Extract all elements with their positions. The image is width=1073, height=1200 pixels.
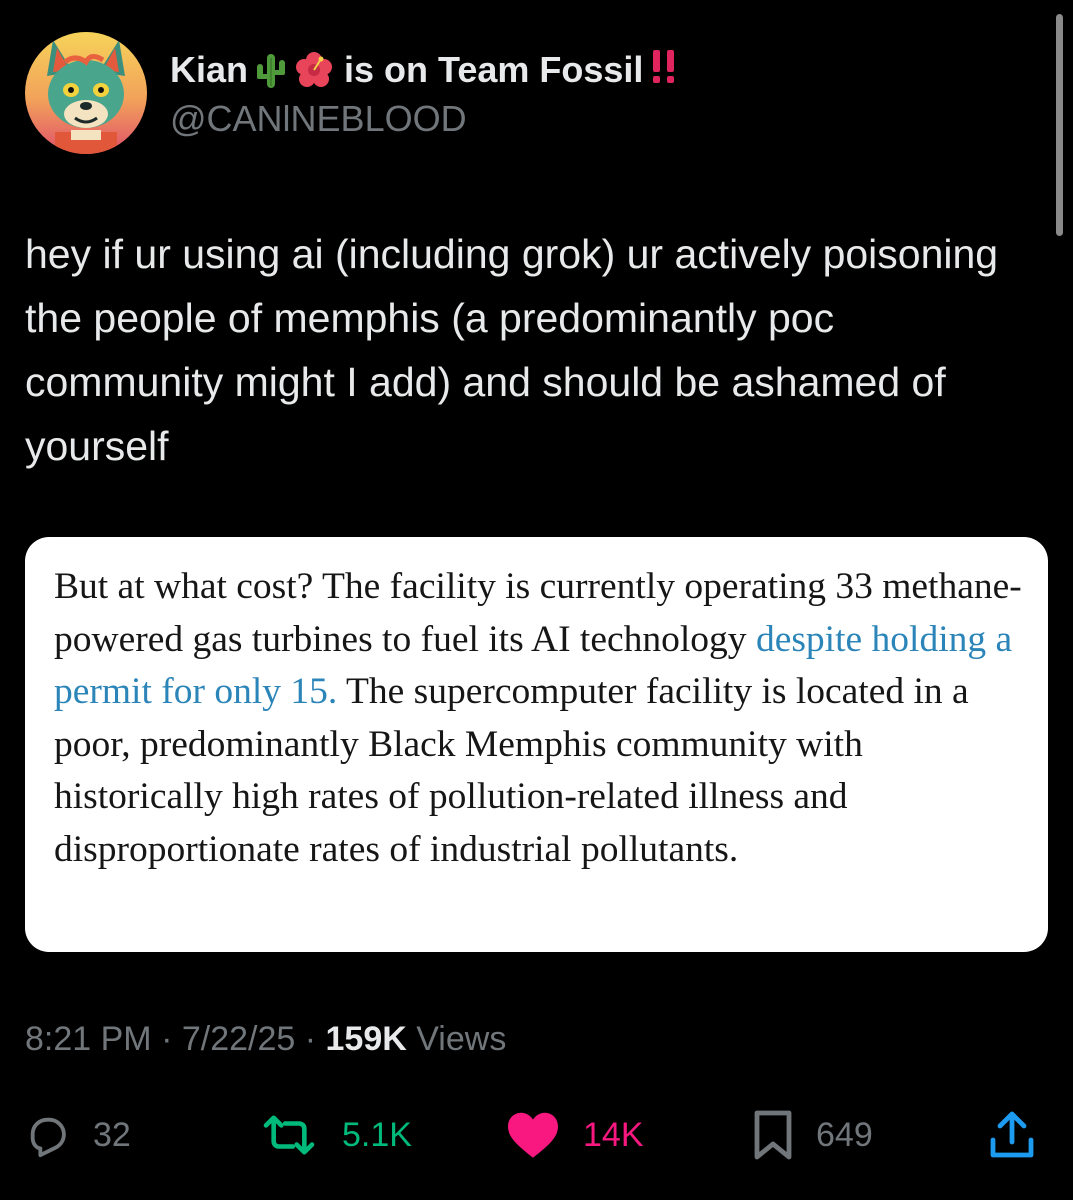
meta-separator: · bbox=[151, 1020, 182, 1058]
author-name-row[interactable]: Kian is on Team Fossil bbox=[170, 48, 679, 92]
reply-button[interactable]: 32 bbox=[25, 1105, 131, 1165]
quote-text: But at what cost? The facility is curren… bbox=[54, 561, 1039, 876]
scrollbar[interactable] bbox=[1056, 14, 1063, 236]
quote-image-card[interactable]: But at what cost? The facility is curren… bbox=[25, 537, 1048, 952]
views-label: Views bbox=[406, 1020, 507, 1058]
double-exclamation-icon bbox=[649, 46, 679, 95]
reply-icon bbox=[25, 1112, 71, 1158]
bookmark-icon bbox=[752, 1109, 794, 1161]
tweet-text: hey if ur using ai (including grok) ur a… bbox=[25, 231, 999, 469]
tweet-meta: 8:21 PM · 7/22/25 · 159K Views bbox=[25, 1020, 506, 1059]
heart-icon bbox=[505, 1110, 561, 1160]
bookmark-count: 649 bbox=[816, 1115, 873, 1154]
hibiscus-icon bbox=[294, 50, 334, 90]
action-bar: 32 5.1K 14K 649 bbox=[0, 1105, 1073, 1165]
tweet-date[interactable]: 7/22/25 bbox=[182, 1020, 295, 1058]
display-name[interactable]: Kian bbox=[170, 49, 248, 91]
bookmark-button[interactable]: 649 bbox=[752, 1105, 873, 1165]
author-handle[interactable]: @CANlNEBLOOD bbox=[170, 98, 467, 140]
like-button[interactable]: 14K bbox=[505, 1105, 644, 1165]
retweet-icon bbox=[258, 1112, 320, 1158]
tweet-header: Kian is on Team Fossil @CANlNEBLOOD bbox=[25, 32, 1025, 154]
like-count: 14K bbox=[583, 1115, 644, 1154]
views-count: 159K bbox=[325, 1020, 407, 1058]
retweet-count: 5.1K bbox=[342, 1115, 412, 1154]
avatar[interactable] bbox=[25, 32, 147, 154]
cactus-icon bbox=[254, 50, 288, 90]
share-button[interactable] bbox=[988, 1105, 1036, 1165]
status-text: is on Team Fossil bbox=[344, 49, 644, 90]
share-icon bbox=[988, 1110, 1036, 1160]
reply-count: 32 bbox=[93, 1115, 131, 1154]
retweet-button[interactable]: 5.1K bbox=[258, 1105, 412, 1165]
tweet-time[interactable]: 8:21 PM bbox=[25, 1020, 152, 1058]
meta-separator: · bbox=[295, 1020, 326, 1058]
